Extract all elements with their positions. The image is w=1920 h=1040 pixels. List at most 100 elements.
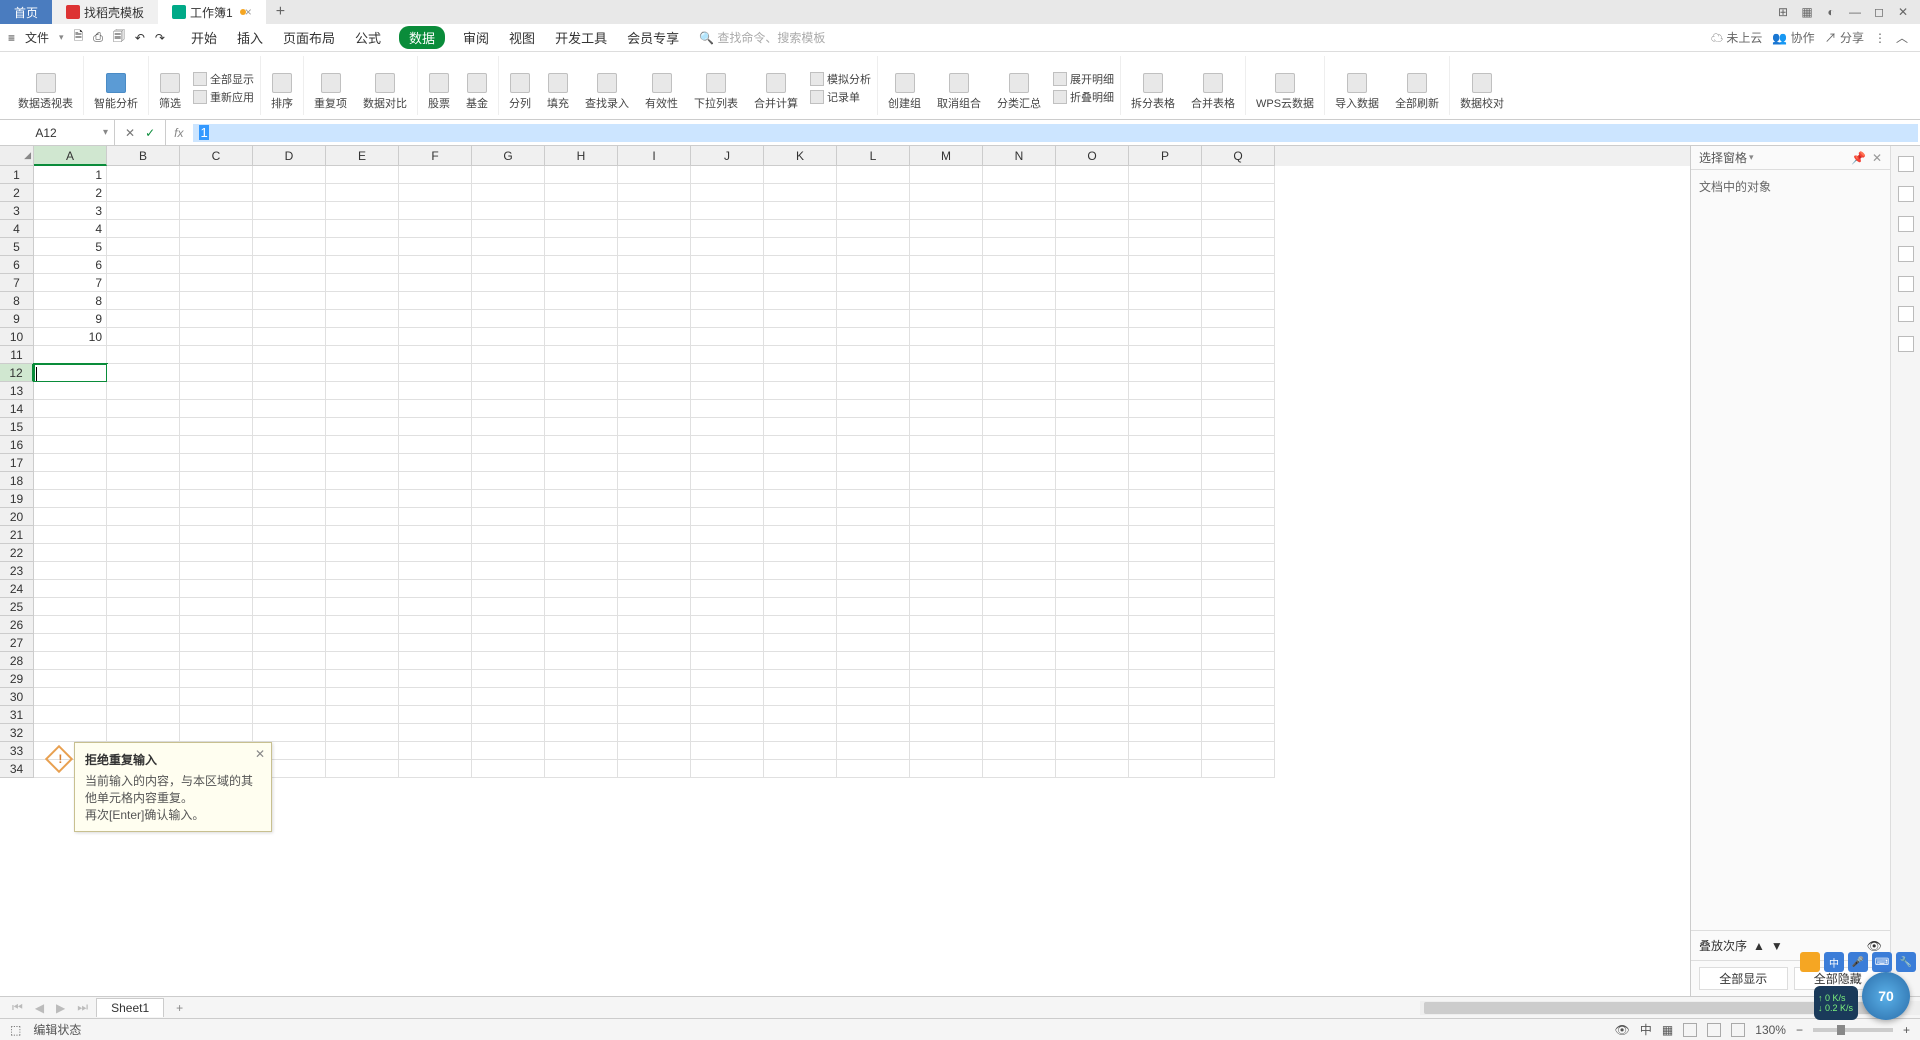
cell[interactable]: [180, 202, 253, 220]
cell[interactable]: [107, 670, 180, 688]
cell[interactable]: [107, 490, 180, 508]
cell[interactable]: [253, 436, 326, 454]
menu-start[interactable]: 开始: [189, 26, 219, 49]
sheet-last-icon[interactable]: ⏭: [73, 1000, 92, 1015]
cell[interactable]: [180, 346, 253, 364]
cell[interactable]: [107, 598, 180, 616]
cell[interactable]: [1056, 346, 1129, 364]
splittbl-button[interactable]: 拆分表格: [1127, 71, 1179, 113]
cell[interactable]: [326, 616, 399, 634]
cell[interactable]: [1202, 454, 1275, 472]
rail-icon[interactable]: [1898, 216, 1914, 232]
cell[interactable]: [472, 490, 545, 508]
consol-button[interactable]: 合并计算: [750, 71, 802, 113]
cell[interactable]: [545, 760, 618, 778]
cell[interactable]: [472, 544, 545, 562]
cell[interactable]: [837, 688, 910, 706]
cell[interactable]: [618, 328, 691, 346]
cell[interactable]: [1129, 256, 1202, 274]
cell[interactable]: [1129, 490, 1202, 508]
cell[interactable]: [34, 382, 107, 400]
cell[interactable]: [545, 220, 618, 238]
cell[interactable]: [983, 166, 1056, 184]
cell[interactable]: [545, 580, 618, 598]
cell[interactable]: [691, 220, 764, 238]
cell[interactable]: [399, 400, 472, 418]
cell[interactable]: [107, 238, 180, 256]
row-header[interactable]: 21: [0, 526, 34, 544]
cell[interactable]: [764, 526, 837, 544]
ungroup-button[interactable]: 取消组合: [933, 71, 985, 113]
cell[interactable]: [1202, 742, 1275, 760]
cell[interactable]: [326, 310, 399, 328]
cell[interactable]: [180, 328, 253, 346]
cell[interactable]: [1202, 760, 1275, 778]
col-header[interactable]: E: [326, 146, 399, 166]
cell[interactable]: [180, 508, 253, 526]
cell[interactable]: [764, 256, 837, 274]
cell[interactable]: [910, 256, 983, 274]
cell[interactable]: [399, 562, 472, 580]
cell[interactable]: [472, 400, 545, 418]
cell[interactable]: [910, 490, 983, 508]
cell[interactable]: [910, 382, 983, 400]
cell[interactable]: [545, 652, 618, 670]
view1-icon[interactable]: [1683, 1023, 1697, 1037]
row-header[interactable]: 15: [0, 418, 34, 436]
cell[interactable]: [1056, 562, 1129, 580]
cell[interactable]: [545, 526, 618, 544]
record-button[interactable]: 记录单: [810, 89, 871, 105]
cell[interactable]: [691, 400, 764, 418]
cell[interactable]: [253, 220, 326, 238]
menu-layout[interactable]: 页面布局: [281, 26, 337, 49]
cell[interactable]: [691, 418, 764, 436]
cell[interactable]: [472, 202, 545, 220]
cell[interactable]: [107, 364, 180, 382]
cell[interactable]: [691, 580, 764, 598]
dup-button[interactable]: 重复项: [310, 71, 351, 113]
row-header[interactable]: 27: [0, 634, 34, 652]
menu-data[interactable]: 数据: [399, 26, 445, 49]
row-header[interactable]: 23: [0, 562, 34, 580]
cell[interactable]: [1202, 436, 1275, 454]
cell[interactable]: [472, 274, 545, 292]
cell[interactable]: 6: [34, 256, 107, 274]
cell[interactable]: [34, 616, 107, 634]
cell[interactable]: [910, 184, 983, 202]
cell[interactable]: [1202, 346, 1275, 364]
cell[interactable]: [1202, 292, 1275, 310]
cell[interactable]: [691, 382, 764, 400]
cell[interactable]: [1129, 166, 1202, 184]
cell[interactable]: [399, 688, 472, 706]
cell[interactable]: [1129, 598, 1202, 616]
cell[interactable]: [618, 292, 691, 310]
add-tab-button[interactable]: +: [266, 3, 295, 21]
cell[interactable]: [1056, 670, 1129, 688]
cell[interactable]: [1202, 670, 1275, 688]
cell[interactable]: [691, 238, 764, 256]
col-header[interactable]: A: [34, 146, 107, 166]
row-header[interactable]: 11: [0, 346, 34, 364]
cell[interactable]: [910, 364, 983, 382]
cell[interactable]: [837, 652, 910, 670]
cell[interactable]: [1202, 238, 1275, 256]
cell[interactable]: [253, 490, 326, 508]
cell[interactable]: [837, 256, 910, 274]
cell[interactable]: [983, 544, 1056, 562]
cell[interactable]: [910, 418, 983, 436]
cell[interactable]: [545, 400, 618, 418]
cell[interactable]: [618, 472, 691, 490]
cell[interactable]: [180, 724, 253, 742]
cell[interactable]: [472, 418, 545, 436]
sheet-prev-icon[interactable]: ◀: [31, 1001, 48, 1015]
cell[interactable]: [618, 310, 691, 328]
cell[interactable]: 9: [34, 310, 107, 328]
cell[interactable]: [691, 634, 764, 652]
cell[interactable]: [618, 166, 691, 184]
cell[interactable]: [1056, 202, 1129, 220]
row-header[interactable]: 18: [0, 472, 34, 490]
cell[interactable]: [910, 238, 983, 256]
cell[interactable]: [326, 670, 399, 688]
collapse-button[interactable]: 折叠明细: [1053, 89, 1114, 105]
cell[interactable]: [472, 706, 545, 724]
